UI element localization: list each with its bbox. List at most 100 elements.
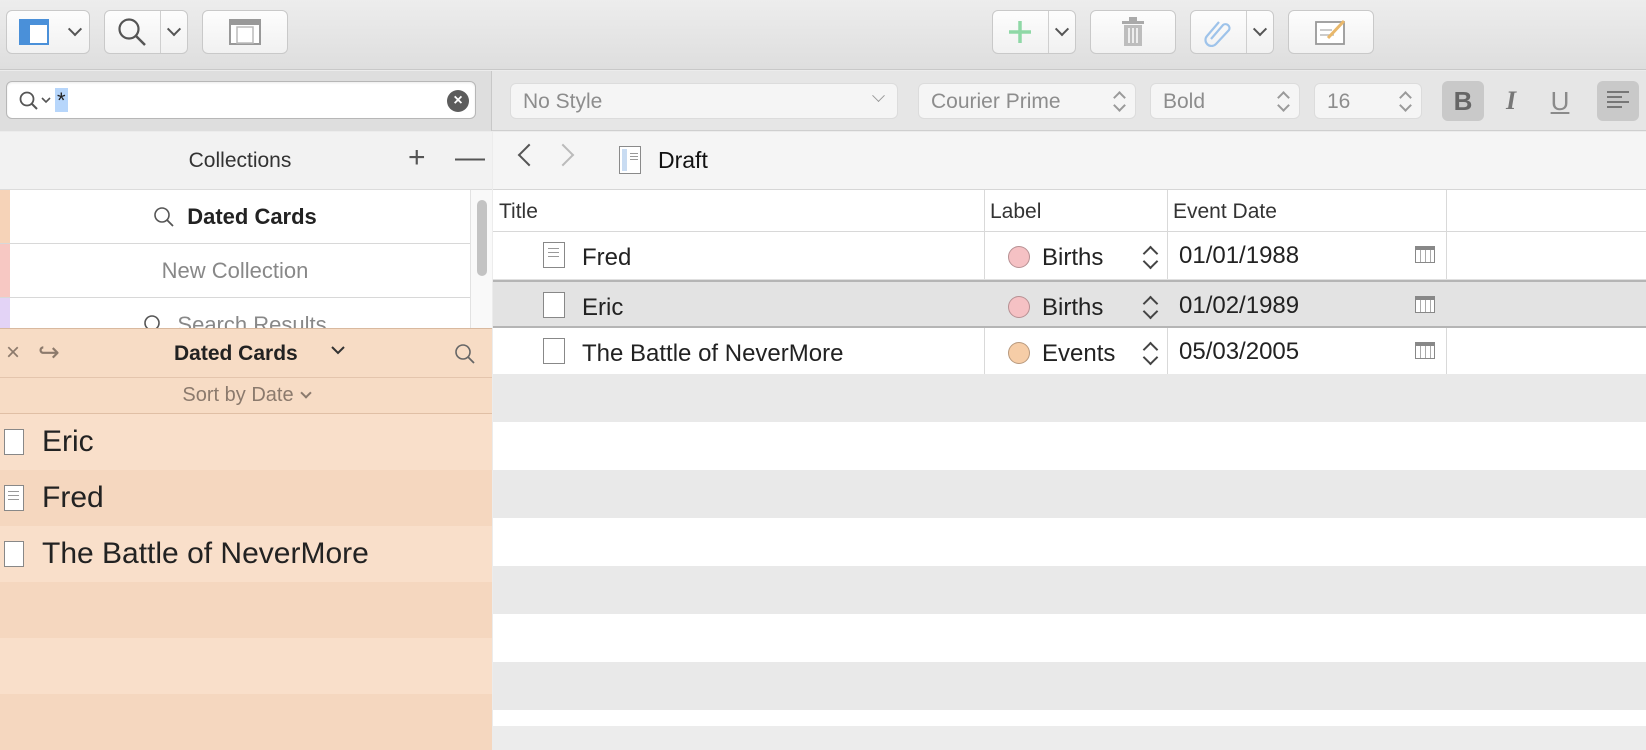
clear-search-icon[interactable]: ×	[447, 90, 469, 112]
blank-document-icon	[4, 541, 24, 567]
redo-icon[interactable]: ↪	[38, 337, 60, 368]
font-select[interactable]: Courier Prime	[918, 83, 1136, 119]
list-item-title: The Battle of NeverMore	[42, 537, 369, 570]
sort-label: Sort by Date	[182, 384, 294, 406]
column-header-event-date[interactable]: Event Date	[1173, 200, 1277, 224]
remove-collection-button[interactable]: —	[455, 141, 485, 175]
style-value: No Style	[523, 90, 603, 113]
chevron-down-icon[interactable]	[1252, 22, 1267, 37]
paperclip-icon	[1204, 21, 1231, 47]
breadcrumb[interactable]: Draft	[658, 147, 708, 174]
row-date[interactable]: 01/01/1988	[1179, 242, 1299, 270]
collections-scrollbar[interactable]	[470, 190, 492, 328]
search-icon	[144, 314, 161, 328]
composition-mode-icon	[229, 19, 261, 45]
row-date[interactable]: 01/02/1989	[1179, 292, 1299, 320]
row-date[interactable]: 05/03/2005	[1179, 338, 1299, 366]
size-value: 16	[1327, 90, 1351, 113]
trash-icon	[1122, 17, 1144, 46]
format-bar: * × No Style Courier Prime Bold 16 B I U	[0, 71, 1646, 131]
list-item[interactable]: The Battle of NeverMore	[0, 526, 492, 582]
table-row[interactable]: The Battle of NeverMore Events 05/03/200…	[493, 328, 1646, 376]
collection-color-swatch	[0, 190, 10, 243]
back-arrow-icon[interactable]	[517, 143, 541, 167]
row-label[interactable]: Births	[1042, 294, 1103, 322]
align-left-button[interactable]	[1597, 81, 1639, 121]
chevron-down-icon[interactable]	[166, 22, 181, 37]
list-item[interactable]: Fred	[0, 470, 492, 526]
sort-by-date-button[interactable]: Sort by Date	[0, 378, 492, 414]
text-document-icon	[543, 242, 565, 268]
blank-document-icon	[543, 292, 565, 318]
italic-button[interactable]: I	[1490, 81, 1532, 121]
weight-select[interactable]: Bold	[1150, 83, 1300, 119]
calendar-icon[interactable]	[1415, 296, 1435, 313]
binder-view-button[interactable]	[6, 10, 90, 54]
collection-item-dated-cards[interactable]: Dated Cards	[0, 190, 470, 244]
style-select[interactable]: No Style	[510, 83, 898, 119]
table-row[interactable]: Fred Births 01/01/1988	[493, 232, 1646, 280]
label-stepper-icon[interactable]	[1143, 244, 1157, 270]
table-row[interactable]: Eric Births 01/02/1989	[493, 280, 1646, 328]
binder-view-icon	[19, 19, 49, 45]
column-header-label[interactable]: Label	[990, 200, 1041, 224]
add-button[interactable]	[992, 10, 1076, 54]
empty-row	[0, 582, 492, 638]
close-icon[interactable]: ×	[6, 339, 20, 367]
collection-card-list: Eric Fred The Battle of NeverMore	[0, 414, 492, 750]
blank-document-icon	[4, 429, 24, 455]
outliner-header: Title Label Event Date	[493, 190, 1646, 232]
chevron-down-icon[interactable]	[330, 342, 346, 358]
list-item-title: Fred	[42, 481, 104, 514]
blank-document-icon	[543, 338, 565, 364]
size-select[interactable]: 16	[1314, 83, 1422, 119]
add-collection-button[interactable]: +	[408, 141, 426, 175]
forward-arrow-icon[interactable]	[551, 143, 575, 167]
add-icon	[1009, 21, 1032, 43]
collection-item-new-collection[interactable]: New Collection	[0, 244, 470, 298]
list-item[interactable]: Eric	[0, 414, 492, 470]
row-title: The Battle of NeverMore	[582, 340, 844, 367]
search-query[interactable]: *	[55, 88, 68, 113]
scrollbar-thumb[interactable]	[477, 200, 487, 276]
calendar-icon[interactable]	[1415, 342, 1435, 359]
align-left-icon	[1607, 91, 1629, 108]
chevron-down-icon[interactable]	[1054, 22, 1069, 37]
column-header-title[interactable]: Title	[499, 200, 538, 224]
collection-item-search-results[interactable]: Search Results	[0, 298, 470, 328]
composition-mode-button[interactable]	[202, 10, 288, 54]
row-label[interactable]: Births	[1042, 244, 1103, 272]
search-icon	[154, 206, 174, 227]
bold-button[interactable]: B	[1442, 81, 1484, 121]
calendar-icon[interactable]	[1415, 246, 1435, 263]
collection-tab-name[interactable]: Dated Cards	[174, 342, 298, 366]
updown-icon	[1399, 90, 1411, 112]
search-icon	[118, 18, 147, 46]
text-document-icon	[4, 485, 24, 511]
updown-icon	[1113, 90, 1125, 112]
compose-button[interactable]	[1288, 10, 1374, 54]
search-icon[interactable]	[454, 343, 476, 365]
trash-button[interactable]	[1090, 10, 1176, 54]
chevron-down-icon	[872, 89, 885, 103]
search-field[interactable]: * ×	[6, 81, 476, 119]
search-icon	[19, 91, 51, 110]
label-stepper-icon[interactable]	[1143, 294, 1157, 320]
search-area: * ×	[0, 71, 492, 131]
collection-label: Search Results	[177, 311, 327, 329]
chevron-down-icon[interactable]	[67, 22, 83, 37]
collection-label: New Collection	[161, 257, 309, 283]
collection-label: Dated Cards	[187, 203, 317, 229]
row-label[interactable]: Events	[1042, 340, 1115, 368]
row-title: Eric	[582, 294, 624, 321]
label-stepper-icon[interactable]	[1143, 340, 1157, 366]
editor-header: Draft	[493, 132, 1646, 190]
collections-list: Dated Cards New Collection Search Result…	[0, 190, 470, 328]
collection-color-swatch	[0, 298, 10, 328]
search-menu-button[interactable]	[104, 10, 188, 54]
label-color-dot	[1008, 246, 1030, 268]
row-title: Fred	[582, 244, 632, 271]
attachment-button[interactable]	[1190, 10, 1274, 54]
underline-button[interactable]: U	[1539, 81, 1581, 121]
chevron-down-icon	[299, 387, 312, 399]
